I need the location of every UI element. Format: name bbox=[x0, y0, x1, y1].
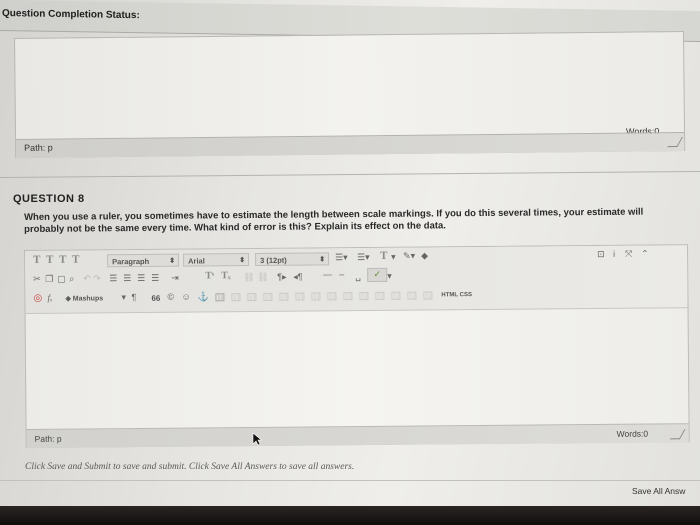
anchor-icon[interactable]: ⚓ bbox=[197, 291, 208, 302]
unlink-icon[interactable]: ⛓ bbox=[257, 272, 269, 283]
highlight-pen-icon[interactable]: ✎▾ bbox=[403, 251, 415, 262]
undo-icon[interactable]: ↶ bbox=[83, 273, 91, 284]
mashups-menu[interactable]: ◈ Mashups bbox=[65, 294, 103, 302]
chevron-down-icon[interactable]: ▾ bbox=[391, 252, 396, 263]
collapse-toolbar-icon[interactable]: ⌃ bbox=[641, 249, 649, 260]
strikethrough-button[interactable]: T bbox=[72, 254, 79, 266]
text-color-icon[interactable]: T bbox=[380, 250, 387, 262]
table-merge-icon[interactable] bbox=[327, 292, 337, 301]
align-left-icon[interactable]: ☰ bbox=[109, 273, 117, 284]
math-function-icon[interactable]: fₓ bbox=[47, 293, 52, 303]
footer-divider bbox=[0, 480, 700, 481]
redo-icon[interactable]: ↷ bbox=[93, 273, 101, 284]
bullet-list-icon[interactable]: ☰▾ bbox=[335, 252, 348, 263]
preview-icon[interactable]: ⊡ bbox=[597, 249, 605, 260]
chevron-updown-icon: ⬍ bbox=[169, 257, 176, 265]
emoticon-icon[interactable]: ☺ bbox=[181, 292, 190, 302]
resize-handle-icon[interactable] bbox=[667, 137, 683, 148]
nonbreaking-space-icon[interactable]: ␣ bbox=[355, 271, 361, 282]
ltr-icon[interactable]: ¶▸ bbox=[277, 272, 286, 283]
screen-bezel bbox=[0, 506, 700, 525]
hyphen-icon[interactable]: – bbox=[339, 269, 344, 279]
submit-instructions: Click Save and Submit to save and submit… bbox=[25, 462, 355, 472]
blockquote-icon[interactable]: 66 bbox=[151, 294, 160, 303]
table-cell-icon[interactable] bbox=[295, 292, 305, 301]
answer-editor[interactable]: T T T T Paragraph ⬍ Arial ⬍ 3 (12pt) ⬍ ☰… bbox=[24, 244, 690, 448]
question-text: When you use a ruler, you sometimes have… bbox=[24, 206, 644, 235]
chevron-updown-icon: ⬍ bbox=[239, 257, 246, 265]
record-icon[interactable]: ◎ bbox=[33, 293, 42, 304]
box-icon[interactable] bbox=[423, 291, 433, 300]
section-divider bbox=[0, 170, 700, 179]
cut-icon[interactable]: ✂ bbox=[33, 274, 41, 285]
paragraph-select-value: Paragraph bbox=[112, 256, 150, 267]
previous-path-label: Path: p bbox=[24, 142, 53, 153]
answer-text-area[interactable] bbox=[26, 307, 689, 429]
save-all-answers-button[interactable]: Save All Answ bbox=[632, 486, 700, 500]
table-row-icon[interactable] bbox=[247, 292, 257, 302]
editor-toolbar: T T T T Paragraph ⬍ Arial ⬍ 3 (12pt) ⬍ ☰… bbox=[25, 245, 688, 314]
table-props-icon[interactable] bbox=[375, 291, 385, 300]
table-cell-icon[interactable] bbox=[311, 292, 321, 301]
editor-path-label: Path: p bbox=[34, 433, 62, 444]
previous-answer-editor[interactable]: Words:0 Path: p bbox=[14, 30, 686, 158]
paste-icon[interactable]: ▢ bbox=[57, 274, 66, 285]
align-center-icon[interactable]: ☰ bbox=[123, 273, 131, 284]
paragraph-select[interactable]: Paragraph ⬍ bbox=[107, 253, 180, 268]
resize-handle-icon[interactable] bbox=[669, 429, 686, 440]
indent-icon[interactable]: ⇥ bbox=[171, 273, 179, 284]
editor-word-count: Words:0 bbox=[616, 428, 649, 439]
eraser-icon[interactable]: ◆ bbox=[421, 250, 428, 261]
mouse-cursor-icon bbox=[252, 432, 262, 446]
box-icon[interactable] bbox=[391, 291, 401, 300]
question-title: QUESTION 8 bbox=[13, 193, 85, 205]
link-icon[interactable]: ⛓ bbox=[243, 272, 255, 283]
underline-button[interactable]: T bbox=[59, 254, 66, 266]
table-icon[interactable] bbox=[215, 293, 225, 302]
horizontal-rule-icon[interactable]: — bbox=[323, 269, 332, 279]
table-col-icon[interactable] bbox=[279, 292, 289, 301]
table-split-icon[interactable] bbox=[343, 292, 353, 301]
font-select-value: Arial bbox=[188, 256, 205, 266]
previous-path-bar: Path: p bbox=[16, 131, 685, 158]
font-select[interactable]: Arial ⬍ bbox=[183, 253, 250, 267]
copyright-icon[interactable]: © bbox=[167, 292, 174, 302]
align-right-icon[interactable]: ☰ bbox=[137, 273, 145, 284]
font-size-select-value: 3 (12pt) bbox=[260, 255, 287, 265]
table-row-icon[interactable] bbox=[231, 293, 241, 302]
table-delete-icon[interactable] bbox=[359, 291, 369, 301]
box-icon[interactable] bbox=[407, 291, 417, 300]
html-css-button[interactable]: HTML CSS bbox=[441, 292, 472, 298]
fullscreen-icon[interactable]: ⤧ bbox=[625, 249, 632, 260]
bold-button[interactable]: T bbox=[33, 254, 40, 266]
info-icon[interactable]: i bbox=[613, 249, 615, 259]
paragraph-mark-icon[interactable]: ¶ bbox=[131, 292, 136, 302]
italic-button[interactable]: T bbox=[46, 254, 53, 266]
mashups-label: Mashups bbox=[72, 295, 104, 303]
find-icon[interactable]: ⌕ bbox=[69, 274, 74, 285]
chevron-down-icon[interactable]: ▾ bbox=[121, 292, 126, 303]
numbered-list-icon[interactable]: ☰▾ bbox=[357, 252, 370, 263]
justify-icon[interactable]: ☰ bbox=[151, 273, 159, 284]
copy-icon[interactable]: ❐ bbox=[45, 274, 53, 285]
chevron-down-icon[interactable]: ▾ bbox=[387, 271, 392, 282]
rtl-icon[interactable]: ◂¶ bbox=[293, 272, 302, 283]
spellcheck-icon[interactable]: ✓ bbox=[367, 267, 388, 283]
table-col-icon[interactable] bbox=[263, 292, 273, 301]
font-size-select[interactable]: 3 (12pt) ⬍ bbox=[255, 252, 330, 266]
chevron-updown-icon: ⬍ bbox=[319, 256, 326, 264]
subscript-icon[interactable]: Tₓ bbox=[221, 270, 231, 281]
question-completion-status: Question Completion Status: bbox=[2, 8, 140, 22]
superscript-icon[interactable]: Tˢ bbox=[205, 270, 214, 281]
